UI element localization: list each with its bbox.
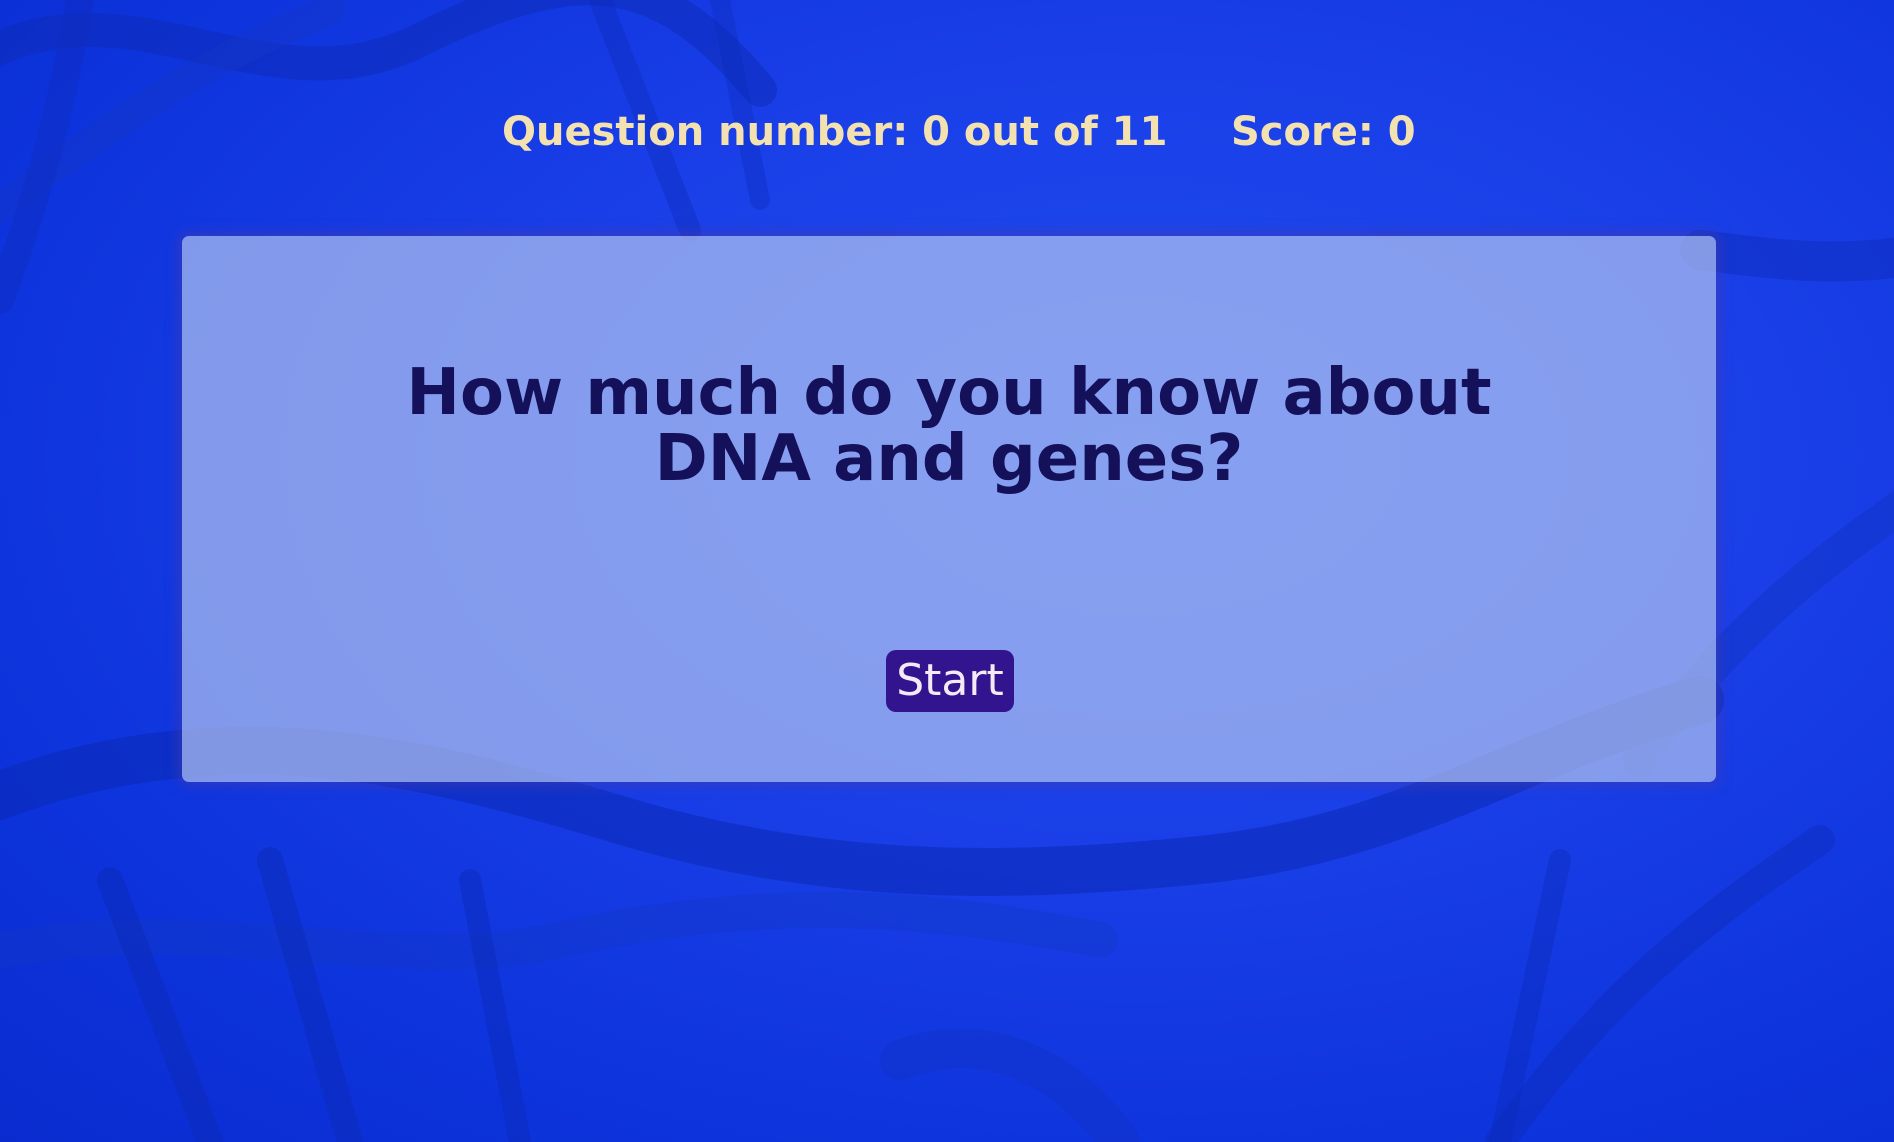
quiz-card: How much do you know about DNA and genes… — [182, 236, 1716, 782]
quiz-status-bar: Question number: 0 out of 11 Score: 0 — [0, 102, 1894, 162]
start-button[interactable]: Start — [886, 650, 1014, 712]
question-counter: Question number: 0 out of 11 — [502, 109, 1168, 155]
quiz-title: How much do you know about DNA and genes… — [406, 356, 1492, 496]
score-display: Score: 0 — [1231, 109, 1416, 155]
